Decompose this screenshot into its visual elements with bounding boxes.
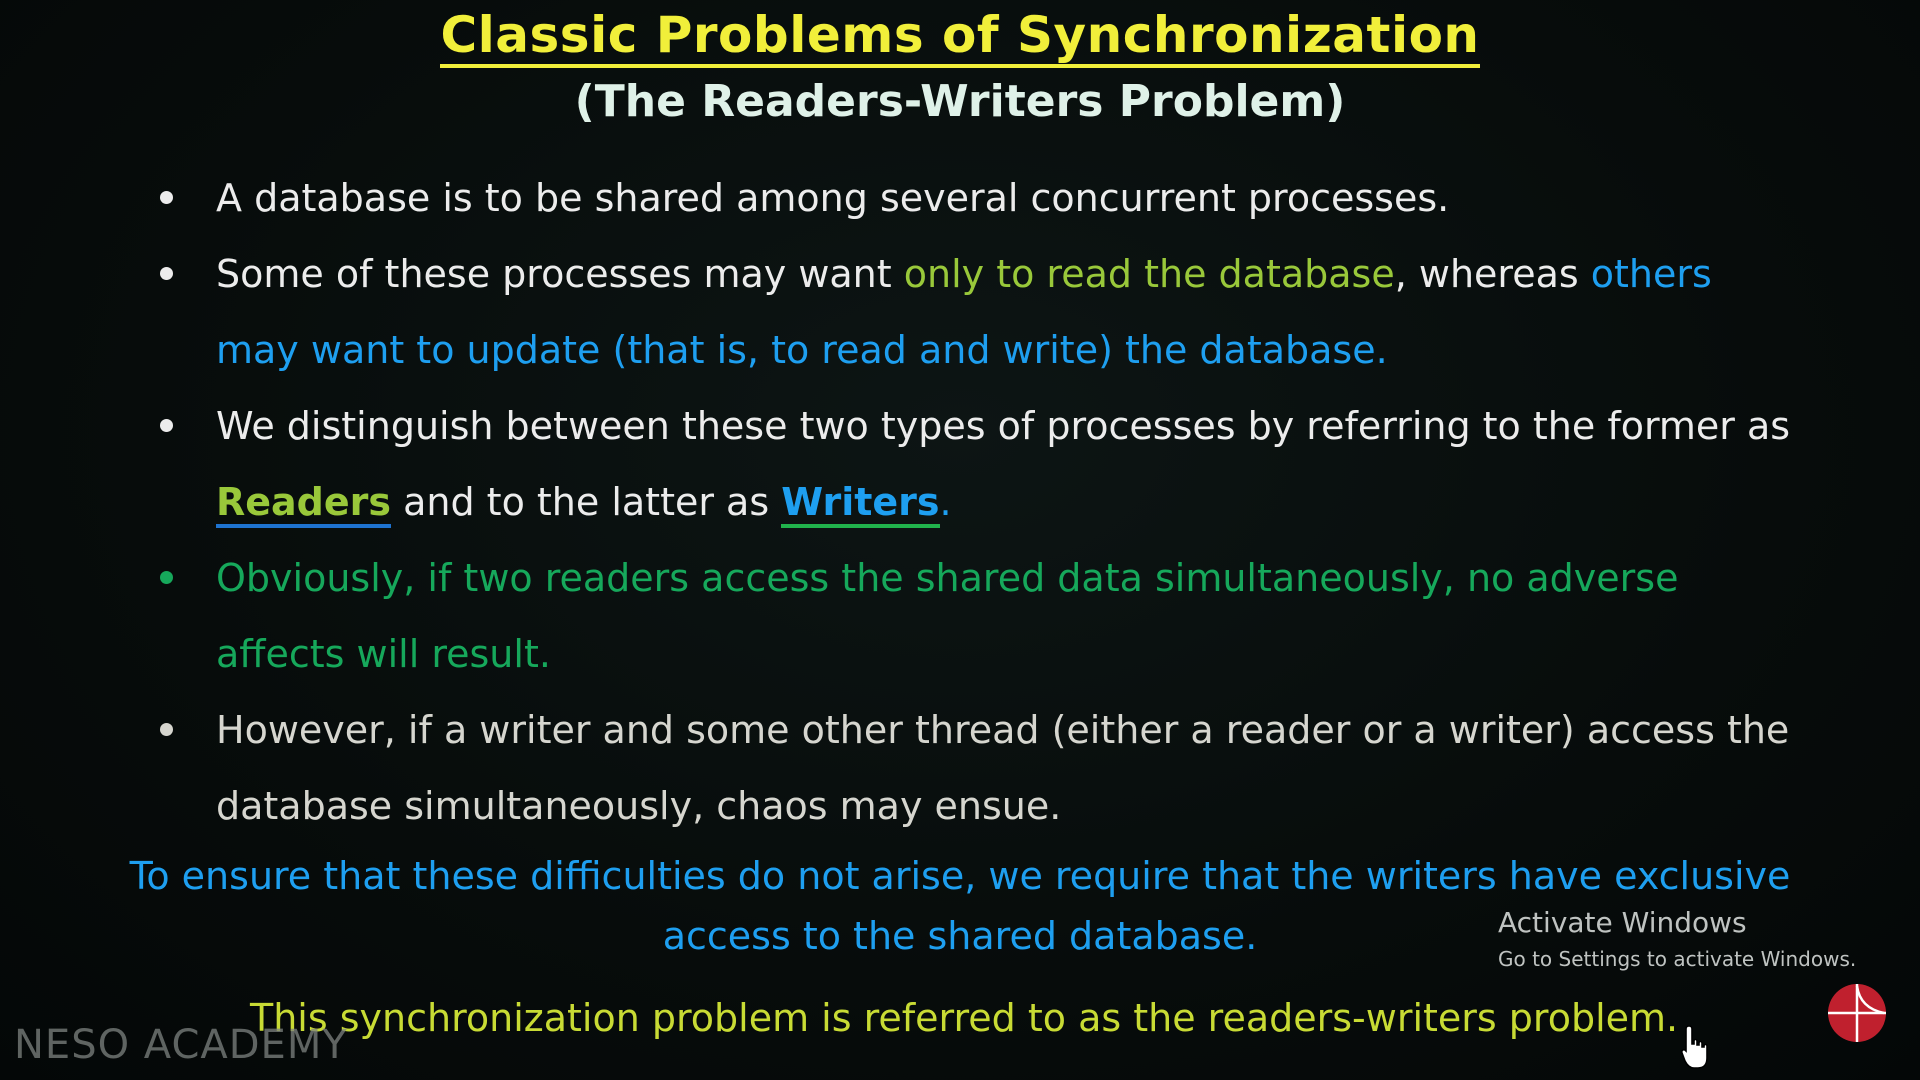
bullet-writer-chaos: However, if a writer and some other thre… [160, 692, 1800, 844]
slide-title-text: Classic Problems of Synchronization [440, 6, 1480, 68]
bullet-text: Obviously, if two readers access the sha… [216, 556, 1679, 676]
activate-windows-subtitle: Go to Settings to activate Windows. [1498, 947, 1857, 971]
writers-period: . [939, 480, 952, 524]
writers-term: Writers [781, 480, 940, 528]
bullet-dot-icon [160, 723, 173, 736]
bullet-text-part: and to the latter as [391, 480, 782, 524]
bullet-list: A database is to be shared among several… [160, 160, 1800, 844]
bullet-highlight-read: only to read the database [903, 252, 1395, 296]
bullet-text: However, if a writer and some other thre… [216, 708, 1790, 828]
bullet-dot-icon [160, 267, 173, 280]
bullet-dot-icon [160, 571, 173, 584]
hand-cursor-icon [1680, 1025, 1708, 1069]
bullet-text: A database is to be shared among several… [216, 176, 1450, 220]
neso-academy-watermark: NESO ACADEMY [14, 1022, 348, 1068]
bullet-readers-no-adverse: Obviously, if two readers access the sha… [160, 540, 1800, 692]
conclusion-line: To ensure that these difficulties do not… [129, 854, 1791, 898]
bullet-dot-icon [160, 191, 173, 204]
channel-logo-icon [1828, 984, 1886, 1042]
bullet-text-part: Some of these processes may want [216, 252, 904, 296]
slide-title: Classic Problems of Synchronization [0, 6, 1920, 68]
bullet-read-write-processes: Some of these processes may want only to… [160, 236, 1800, 388]
bullet-shared-database: A database is to be shared among several… [160, 160, 1800, 236]
bullet-readers-writers: We distinguish between these two types o… [160, 388, 1800, 540]
final-statement: This synchronization problem is referred… [250, 996, 1679, 1040]
readers-term: Readers [216, 480, 392, 528]
slide-subtitle: (The Readers-Writers Problem) [574, 76, 1346, 127]
activate-windows-notice: Activate Windows Go to Settings to activ… [1498, 906, 1856, 971]
bullet-text-part: We distinguish between these two types o… [216, 404, 1791, 448]
bullet-text-part: , whereas [1394, 252, 1591, 296]
bullet-dot-icon [160, 419, 173, 432]
activate-windows-title: Activate Windows [1498, 906, 1747, 939]
